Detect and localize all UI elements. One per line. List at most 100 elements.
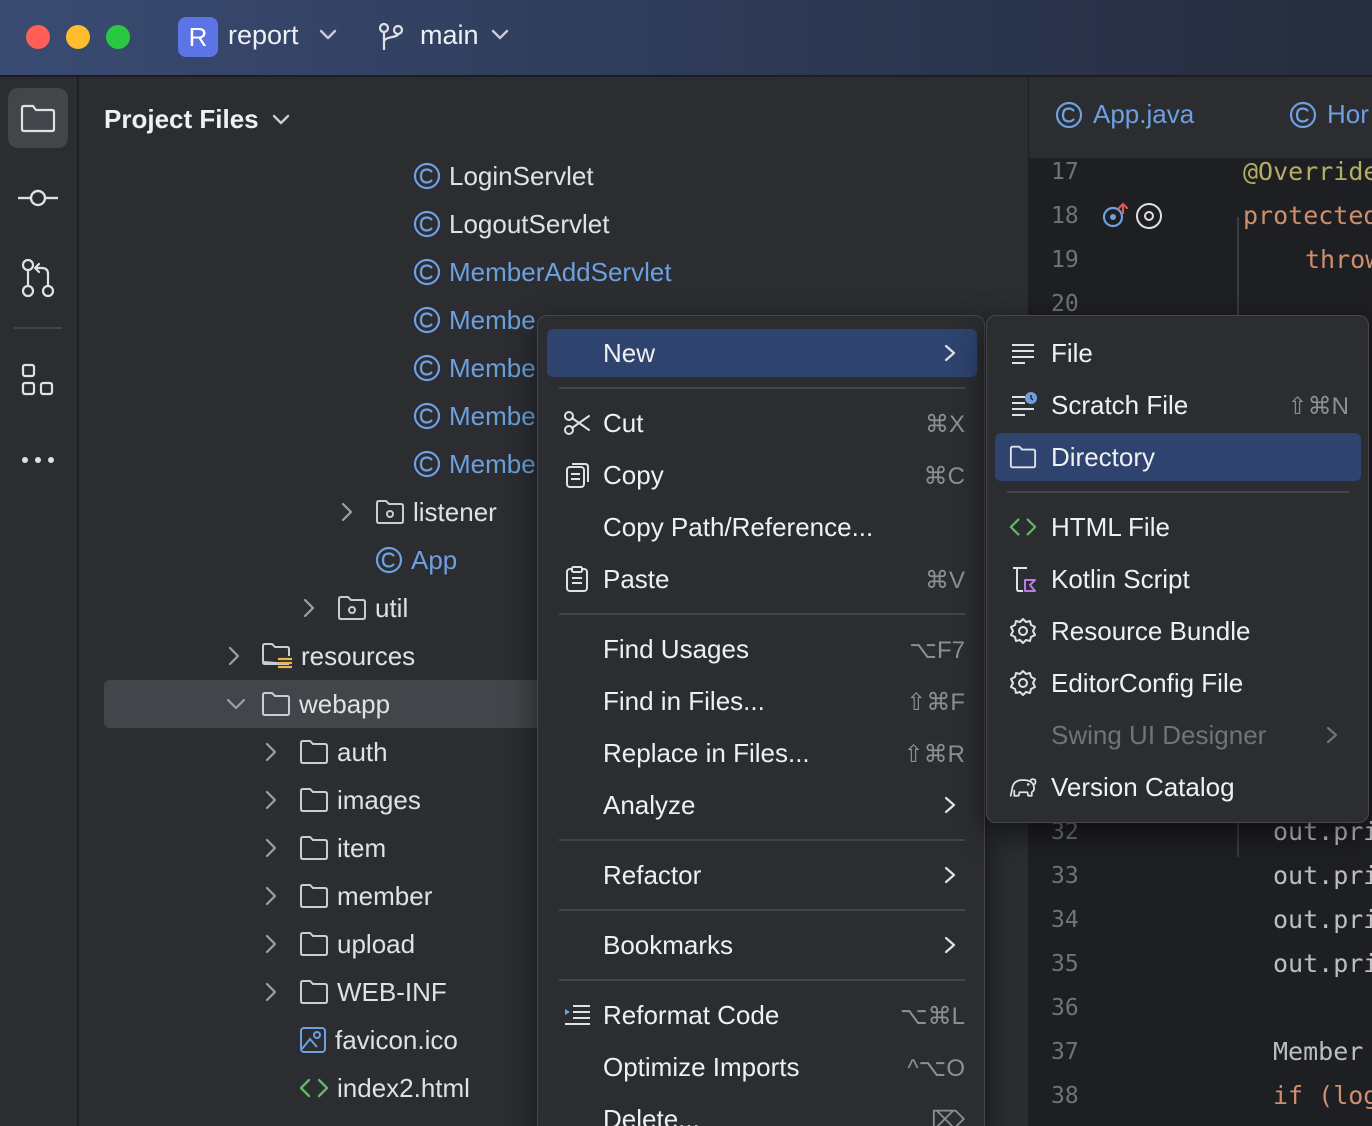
folder-icon bbox=[300, 836, 328, 860]
submenu-item-editorconfig-file[interactable]: EditorConfig File bbox=[995, 659, 1361, 707]
project-avatar[interactable]: R bbox=[178, 17, 218, 57]
menu-item-copy-path[interactable]: Copy Path/Reference... bbox=[547, 503, 977, 551]
submenu-item-directory[interactable]: Directory bbox=[995, 433, 1361, 481]
menu-item-replace-in-files[interactable]: Replace in Files... ⇧⌘R bbox=[547, 729, 977, 777]
structure-tool-button[interactable] bbox=[8, 350, 68, 410]
submenu-item-file[interactable]: File bbox=[995, 329, 1361, 377]
tool-window-bar bbox=[0, 77, 78, 1126]
submenu-item-scratch-file[interactable]: Scratch File ⇧⌘N bbox=[995, 381, 1361, 429]
menu-item-new[interactable]: New bbox=[547, 329, 977, 377]
menu-item-bookmarks[interactable]: Bookmarks bbox=[547, 921, 977, 969]
paste-icon bbox=[566, 566, 588, 592]
class-icon bbox=[1055, 101, 1083, 128]
submenu-item-kotlin-script[interactable]: Kotlin Script bbox=[995, 555, 1361, 603]
close-window-button[interactable] bbox=[26, 25, 50, 49]
project-tool-button[interactable] bbox=[8, 88, 68, 148]
submenu-item-html-file[interactable]: HTML File bbox=[995, 503, 1361, 551]
menu-item-reformat-code[interactable]: Reformat Code ⌥⌘L bbox=[547, 991, 977, 1039]
folder-icon bbox=[262, 692, 290, 716]
tree-item-file[interactable]: favicon.ico bbox=[299, 1016, 458, 1064]
tree-item-class[interactable]: LogoutServlet bbox=[413, 200, 609, 248]
chevron-right-icon[interactable] bbox=[261, 836, 281, 860]
commit-icon bbox=[18, 189, 58, 207]
tree-item-package[interactable]: listener bbox=[375, 488, 497, 536]
code-line[interactable]: out.pri bbox=[1273, 949, 1372, 978]
resources-folder-icon bbox=[261, 643, 292, 669]
line-number: 36 bbox=[1051, 995, 1079, 1021]
chevron-right-icon[interactable] bbox=[261, 740, 281, 764]
chevron-down-icon[interactable] bbox=[271, 113, 291, 127]
tree-item-folder[interactable]: upload bbox=[299, 920, 415, 968]
chevron-down-icon[interactable] bbox=[490, 28, 510, 42]
tree-item-class[interactable]: Membe bbox=[413, 344, 536, 392]
tree-item-package[interactable]: util bbox=[337, 584, 408, 632]
menu-item-refactor[interactable]: Refactor bbox=[547, 851, 977, 899]
code-line[interactable]: throw bbox=[1305, 245, 1372, 274]
more-tools-button[interactable] bbox=[8, 430, 68, 490]
project-switcher[interactable]: report bbox=[228, 20, 299, 51]
tree-item-resource-folder[interactable]: resources bbox=[261, 632, 415, 680]
submenu-item-version-catalog[interactable]: Version Catalog bbox=[995, 763, 1361, 811]
class-icon bbox=[413, 258, 441, 286]
folder-icon bbox=[1009, 445, 1037, 469]
code-line[interactable]: out.pri bbox=[1273, 905, 1372, 934]
chevron-right-icon bbox=[944, 866, 956, 884]
tab-app-java[interactable]: App.java bbox=[1055, 99, 1194, 130]
folder-icon bbox=[300, 980, 328, 1004]
chevron-right-icon[interactable] bbox=[261, 932, 281, 956]
line-number: 34 bbox=[1051, 907, 1079, 933]
code-line[interactable]: out.pri bbox=[1273, 861, 1372, 890]
menu-item-copy[interactable]: Copy ⌘C bbox=[547, 451, 977, 499]
tree-item-class[interactable]: App bbox=[375, 536, 457, 584]
class-icon bbox=[413, 354, 441, 382]
chevron-right-icon[interactable] bbox=[224, 644, 244, 668]
menu-item-optimize-imports[interactable]: Optimize Imports ^⌥O bbox=[547, 1043, 977, 1091]
code-line[interactable]: protected bbox=[1243, 201, 1372, 230]
tree-item-class[interactable]: LoginServlet bbox=[413, 152, 594, 200]
branch-switcher[interactable]: main bbox=[420, 20, 479, 51]
code-line[interactable]: @Override bbox=[1243, 157, 1372, 186]
tree-item-class[interactable]: Membe bbox=[413, 296, 536, 344]
package-icon bbox=[376, 500, 404, 524]
new-submenu: File Scratch File ⇧⌘N Directory HTML Fil… bbox=[986, 315, 1369, 823]
menu-item-cut[interactable]: Cut ⌘X bbox=[547, 399, 977, 447]
tree-item-class[interactable]: Membe bbox=[413, 440, 536, 488]
line-number: 35 bbox=[1051, 951, 1079, 977]
chevron-right-icon[interactable] bbox=[299, 596, 319, 620]
tree-item-folder[interactable]: member bbox=[299, 872, 432, 920]
project-view-title[interactable]: Project Files bbox=[104, 104, 259, 135]
code-line[interactable]: if (log bbox=[1273, 1081, 1372, 1110]
chevron-down-icon[interactable] bbox=[318, 28, 338, 42]
tree-item-class[interactable]: Membe bbox=[413, 392, 536, 440]
chevron-right-icon bbox=[944, 344, 956, 362]
line-number: 20 bbox=[1051, 291, 1079, 317]
override-gutter-icon[interactable] bbox=[1101, 201, 1165, 231]
zoom-window-button[interactable] bbox=[106, 25, 130, 49]
menu-item-find-in-files[interactable]: Find in Files... ⇧⌘F bbox=[547, 677, 977, 725]
tree-item-folder[interactable]: item bbox=[299, 824, 386, 872]
tree-item-folder[interactable]: images bbox=[299, 776, 421, 824]
scratch-file-icon bbox=[1012, 392, 1037, 416]
tree-item-folder[interactable]: WEB-INF bbox=[299, 968, 447, 1016]
pull-requests-tool-button[interactable] bbox=[8, 248, 68, 308]
commit-tool-button[interactable] bbox=[8, 168, 68, 228]
code-line[interactable]: Member bbox=[1273, 1037, 1363, 1066]
tree-item-file[interactable]: index2.html bbox=[299, 1064, 470, 1112]
tab-home[interactable]: Hor bbox=[1289, 99, 1369, 130]
minimize-window-button[interactable] bbox=[66, 25, 90, 49]
chevron-right-icon[interactable] bbox=[337, 500, 357, 524]
folder-icon bbox=[300, 884, 328, 908]
submenu-item-resource-bundle[interactable]: Resource Bundle bbox=[995, 607, 1361, 655]
tree-item-folder[interactable]: auth bbox=[299, 728, 388, 776]
menu-item-analyze[interactable]: Analyze bbox=[547, 781, 977, 829]
menu-item-delete[interactable]: Delete... ⌦ bbox=[547, 1095, 977, 1126]
tree-item-folder-webapp[interactable]: webapp bbox=[261, 680, 390, 728]
chevron-right-icon[interactable] bbox=[261, 980, 281, 1004]
chevron-right-icon[interactable] bbox=[261, 788, 281, 812]
line-number: 33 bbox=[1051, 863, 1079, 889]
chevron-down-icon[interactable] bbox=[224, 692, 248, 716]
tree-item-class[interactable]: MemberAddServlet bbox=[413, 248, 672, 296]
menu-item-find-usages[interactable]: Find Usages ⌥F7 bbox=[547, 625, 977, 673]
chevron-right-icon[interactable] bbox=[261, 884, 281, 908]
menu-item-paste[interactable]: Paste ⌘V bbox=[547, 555, 977, 603]
